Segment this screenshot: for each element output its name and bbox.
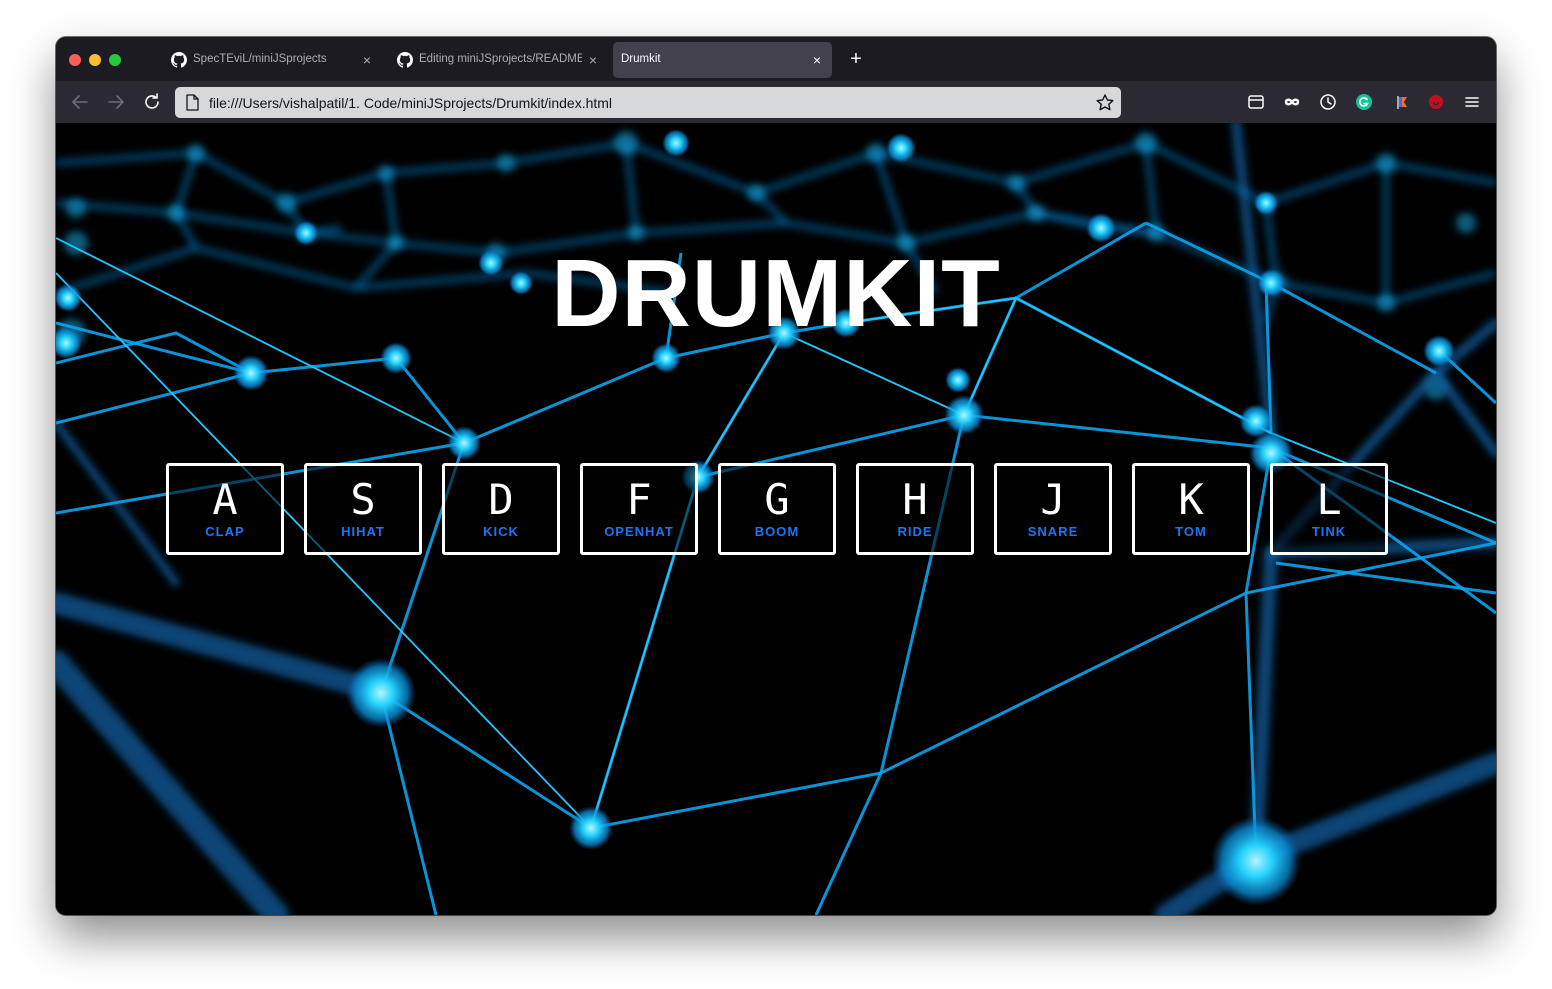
page-icon — [186, 94, 199, 111]
key-letter: H — [902, 475, 928, 524]
sidebar-icon[interactable] — [1246, 92, 1266, 112]
key-sound-label: OPENHAT — [604, 524, 674, 539]
key-sound-label: RIDE — [897, 524, 933, 539]
key-letter: G — [764, 475, 790, 524]
navigation-toolbar: file:///Users/vishalpatil/1. Code/miniJS… — [56, 81, 1496, 123]
key-sound-label: KICK — [483, 524, 519, 539]
forward-arrow-icon[interactable] — [105, 91, 127, 113]
key-sound-label: HIHAT — [341, 524, 385, 539]
flag-extension-icon[interactable] — [1392, 92, 1412, 112]
tab-title: Drumkit — [621, 53, 661, 65]
reload-icon[interactable] — [141, 91, 163, 113]
menu-icon[interactable] — [1462, 92, 1482, 112]
github-icon — [171, 52, 187, 68]
key-sound-label: CLAP — [205, 524, 245, 539]
tab-close-icon[interactable]: × — [358, 51, 376, 69]
key-letter: S — [350, 475, 376, 524]
back-arrow-icon[interactable] — [69, 91, 91, 113]
drum-key-boom[interactable]: G BOOM — [718, 463, 836, 555]
drum-key-clap[interactable]: A CLAP — [166, 463, 284, 555]
key-sound-label: TOM — [1175, 524, 1207, 539]
page-title: DRUMKIT — [551, 240, 1001, 348]
tab-title: SpecTEviL/miniJSprojects — [193, 53, 327, 65]
tab-editing-readme[interactable]: Editing miniJSprojects/README.md × — [389, 42, 608, 78]
key-sound-label: TINK — [1311, 524, 1347, 539]
minimize-window-button[interactable] — [89, 54, 101, 66]
drum-key-hihat[interactable]: S HIHAT — [304, 463, 422, 555]
key-sound-label: SNARE — [1027, 524, 1079, 539]
key-letter: J — [1040, 475, 1066, 524]
new-tab-button[interactable]: + — [846, 49, 866, 69]
tab-title: Editing miniJSprojects/README.md — [419, 53, 582, 65]
drum-key-ride[interactable]: H RIDE — [856, 463, 974, 555]
url-text[interactable]: file:///Users/vishalpatil/1. Code/miniJS… — [209, 95, 612, 111]
key-letter: D — [488, 475, 514, 524]
tab-spectevil-repo[interactable]: SpecTEviL/miniJSprojects × — [163, 42, 382, 78]
bookmark-star-icon[interactable] — [1095, 93, 1115, 113]
close-window-button[interactable] — [69, 54, 81, 66]
grammarly-icon[interactable] — [1354, 92, 1374, 112]
tab-drumkit[interactable]: Drumkit × — [613, 42, 832, 78]
browser-window: SpecTEviL/miniJSprojects × Editing miniJ… — [56, 37, 1496, 915]
key-letter: F — [626, 475, 652, 524]
key-letter: A — [212, 475, 238, 524]
key-letter: K — [1178, 475, 1204, 524]
key-letter: L — [1316, 475, 1342, 524]
drum-key-tink[interactable]: L TINK — [1270, 463, 1388, 555]
tab-strip: SpecTEviL/miniJSprojects × Editing miniJ… — [56, 37, 1496, 81]
clock-icon[interactable] — [1318, 92, 1338, 112]
github-icon — [397, 52, 413, 68]
stop-extension-icon[interactable] — [1426, 92, 1446, 112]
key-sound-label: BOOM — [754, 524, 800, 539]
drum-key-tom[interactable]: K TOM — [1132, 463, 1250, 555]
page-viewport: DRUMKIT A CLAP S HIHAT D KICK F OPENHAT G BOOM H RI… — [56, 123, 1496, 915]
address-bar[interactable]: file:///Users/vishalpatil/1. Code/miniJS… — [175, 87, 1121, 118]
drum-key-openhat[interactable]: F OPENHAT — [580, 463, 698, 555]
tab-close-icon[interactable]: × — [584, 51, 602, 69]
drum-key-kick[interactable]: D KICK — [442, 463, 560, 555]
tab-close-icon[interactable]: × — [808, 51, 826, 69]
zoom-window-button[interactable] — [109, 54, 121, 66]
infinity-extension-icon[interactable] — [1282, 92, 1302, 112]
drum-key-snare[interactable]: J SNARE — [994, 463, 1112, 555]
